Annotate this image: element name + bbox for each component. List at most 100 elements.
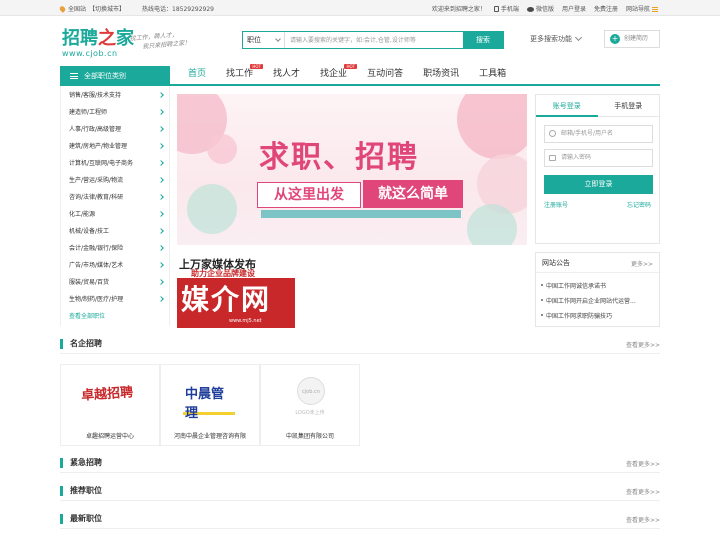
section-more-link[interactable]: 查看更多>>: [626, 515, 660, 524]
chevron-right-icon: [158, 279, 164, 285]
chevron-right-icon: [158, 228, 164, 234]
top-links: 欢迎来到招聘之家！ 手机端 微信版 用户登录 免费注册 网站导航: [432, 4, 658, 13]
section-famous-companies: 名企招聘 查看更多>>: [60, 336, 660, 354]
chevron-down-icon: [275, 36, 281, 42]
nav-news[interactable]: 职场资讯: [413, 66, 469, 84]
nav-home[interactable]: 首页: [178, 66, 216, 84]
create-resume-button[interactable]: + 创建简历: [604, 30, 660, 48]
chevron-down-icon: [574, 33, 583, 42]
notice-more-link[interactable]: 更多>>: [631, 259, 653, 268]
nav-find-talent[interactable]: 找人才: [263, 66, 310, 84]
search-input[interactable]: [285, 32, 463, 48]
category-item[interactable]: 建造师/工程师: [61, 104, 171, 121]
category-item[interactable]: 人事/行政/高级管理: [61, 121, 171, 138]
user-login-link[interactable]: 用户登录: [562, 4, 586, 13]
nav-find-company[interactable]: 找企业 HOT: [310, 64, 358, 84]
banner-subtitle-2: 就这么简单: [363, 180, 463, 208]
section-title: 最新职位: [70, 514, 102, 523]
hero-banner[interactable]: 求职、招聘 从这里出发 就这么简单: [177, 94, 527, 245]
location-pin-icon: [58, 4, 67, 13]
category-item[interactable]: 建筑/房地产/物业管理: [61, 138, 171, 155]
category-label: 广告/市场/媒体/艺术: [69, 262, 124, 269]
category-item[interactable]: 广告/市场/媒体/艺术: [61, 257, 171, 274]
site-nav-label: 网站导航: [625, 6, 650, 13]
section-urgent: 紧急招聘 查看更多>>: [60, 455, 660, 473]
user-icon: [549, 130, 556, 137]
category-item[interactable]: 化工/能源: [61, 206, 171, 223]
mobile-link[interactable]: 手机端: [493, 4, 519, 13]
category-item[interactable]: 咨询/法律/教育/科研: [61, 189, 171, 206]
password-field[interactable]: 请输入密码: [544, 149, 653, 167]
category-item[interactable]: 机械/设备/技工: [61, 223, 171, 240]
search-button[interactable]: 搜索: [463, 32, 503, 48]
category-item[interactable]: 生物/制药/医疗/护理: [61, 291, 171, 308]
site-nav-link[interactable]: 网站导航: [626, 4, 658, 13]
flower-decoration: [187, 184, 237, 234]
ad-url: www.mj5.net: [229, 318, 262, 324]
category-item[interactable]: 服装/贸易/百货: [61, 274, 171, 291]
company-logo: 中晨管理: [183, 375, 235, 421]
section-more-link[interactable]: 查看更多>>: [626, 487, 660, 496]
hotline: 热线电话：18529292929: [142, 6, 214, 13]
username-placeholder: 邮箱/手机号/用户名: [561, 130, 614, 137]
nav-label: 首页: [188, 69, 207, 79]
chevron-right-icon: [158, 245, 164, 251]
username-field[interactable]: 邮箱/手机号/用户名: [544, 125, 653, 143]
section-marker: [60, 339, 63, 349]
view-all-categories-link[interactable]: 查看全部职位: [69, 311, 105, 320]
more-search-link[interactable]: 更多搜索功能: [530, 33, 583, 44]
category-label: 建造师/工程师: [69, 109, 108, 116]
section-more-link[interactable]: 查看更多>>: [626, 340, 660, 349]
nav-qa[interactable]: 互动问答: [357, 66, 413, 84]
category-label: 化工/能源: [69, 211, 96, 218]
hot-badge: HOT: [344, 64, 358, 69]
location: 全国站 【切换城市】: [58, 4, 125, 13]
search-type-select[interactable]: 职位: [243, 32, 285, 48]
category-item[interactable]: 会计/金融/银行/保险: [61, 240, 171, 257]
banner-base: [261, 210, 461, 218]
logo-placeholder-text: LOGO未上传: [295, 410, 325, 416]
hot-badge: HOT: [250, 64, 264, 69]
notice-item[interactable]: 中国工作网开启企业网站代运营...: [541, 296, 636, 305]
site-logo[interactable]: 招聘之家 www.cjob.cn: [62, 24, 134, 58]
all-categories-button[interactable]: 全部职位类别: [60, 66, 170, 86]
tab-mobile-login[interactable]: 手机登录: [597, 95, 659, 117]
nav-find-job[interactable]: 找工作 HOT: [216, 64, 264, 84]
main-nav: 首页 找工作 HOT 找人才 找企业 HOT 互动问答 职场资讯 工具箱: [178, 64, 516, 84]
login-button[interactable]: 立即登录: [544, 175, 653, 194]
section-more-link[interactable]: 查看更多>>: [626, 459, 660, 468]
switch-city-link[interactable]: 【切换城市】: [89, 4, 125, 13]
forgot-password-link[interactable]: 忘记密码: [627, 200, 651, 209]
category-label: 人事/行政/高级管理: [69, 126, 122, 133]
section-recommend: 推荐职位 查看更多>>: [60, 483, 660, 501]
create-resume-label: 创建简历: [624, 35, 649, 42]
category-item[interactable]: 销售/客服/技术支持: [61, 87, 171, 104]
media-ad[interactable]: 上万家媒体发布 助力企业品牌建设 媒介网 www.mj5.net: [177, 256, 295, 328]
tab-account-login[interactable]: 账号登录: [536, 95, 598, 117]
chevron-right-icon: [158, 211, 164, 217]
nav-label: 找企业: [320, 69, 348, 79]
section-marker: [60, 514, 63, 524]
wechat-link[interactable]: 微信版: [526, 4, 554, 13]
notice-item[interactable]: 中国工作网诚信承诺书: [540, 281, 606, 290]
section-title: 名企招聘: [70, 339, 102, 348]
nav-toolbox[interactable]: 工具箱: [469, 66, 516, 84]
register-account-link[interactable]: 注册账号: [544, 200, 568, 209]
notice-item[interactable]: 中国工作网求职防骗技巧: [540, 311, 612, 320]
category-label: 机械/设备/技工: [69, 228, 110, 235]
chevron-right-icon: [158, 109, 164, 115]
company-card[interactable]: 卓越招聘 卓趣招聘运营中心: [60, 364, 160, 446]
company-logo-text: 中晨管理: [185, 387, 225, 421]
chevron-right-icon: [158, 262, 164, 268]
category-item[interactable]: 计算机/互联网/电子商务: [61, 155, 171, 172]
search-type-value: 职位: [247, 36, 261, 44]
company-logo: cjob.cn: [297, 377, 325, 405]
company-card[interactable]: cjob.cn LOGO未上传 中凯集团有限公司: [260, 364, 360, 446]
nav-label: 工具箱: [479, 69, 507, 79]
plus-icon: +: [610, 34, 620, 44]
free-register-link[interactable]: 免费注册: [594, 4, 618, 13]
company-card[interactable]: 中晨管理 河南中晨企业管理咨询有限: [160, 364, 260, 446]
category-label: 会计/金融/银行/保险: [69, 245, 124, 252]
category-item[interactable]: 生产/营运/采购/物流: [61, 172, 171, 189]
login-panel: 账号登录 手机登录 邮箱/手机号/用户名 请输入密码 立即登录 注册账号 忘记密…: [535, 94, 660, 244]
